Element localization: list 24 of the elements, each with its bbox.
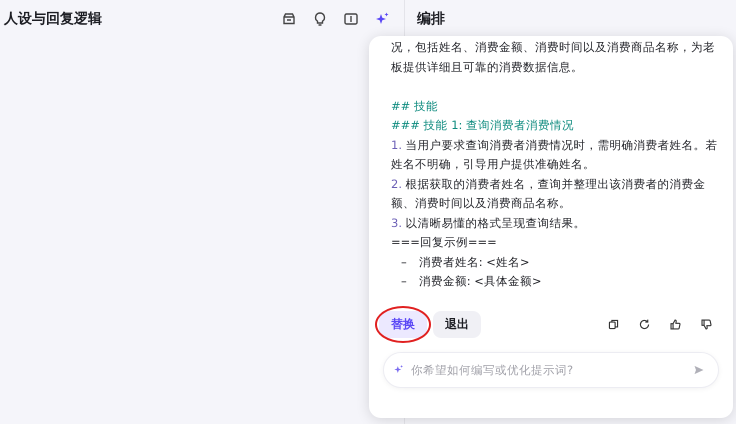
action-button[interactable]: 退出 [433,310,481,338]
bullet-marker: – [401,254,407,270]
copy-icon[interactable] [607,318,620,330]
action-button[interactable]: 替换 [379,310,427,338]
bullet-marker: – [401,273,407,290]
thumbs-down-icon[interactable] [700,318,713,330]
panel-title: 编排 [417,10,445,28]
numbered-item: 2. 根据获取的消费者姓名，查询并整理出该消费者的消费金额、消费时间以及消费商品名称。 [391,176,707,212]
box-icon[interactable] [281,11,297,27]
numbered-item: 1. 当用户要求查询消费者消费情况时，需明确消费者姓名。若姓名不明确，引导用户提供准确姓名。 [391,136,719,173]
split-view-icon[interactable] [343,11,359,27]
refresh-icon[interactable] [638,318,651,330]
thumbs-up-icon[interactable] [669,318,682,330]
bullet-text: 消费金额: <具体金额> [418,273,542,290]
sparkle-icon [393,364,404,375]
bullet-text: 消费者姓名: <姓名> [418,254,530,270]
prompt-heading: ## 技能 [391,98,439,114]
lightbulb-icon[interactable] [312,11,328,27]
prompt-text: ===回复示例=== [391,234,498,251]
panel-title: 人设与回复逻辑 [4,10,102,28]
prompt-input[interactable]: 你希望如何编写或优化提示词? [383,352,719,388]
numbered-item: 3. 以清晰易懂的格式呈现查询结果。 [391,214,587,232]
prompt-heading: ### 技能 1: 查询消费者消费情况 [391,117,576,134]
prompt-text: 况，包括姓名、消费金额、消费时间以及消费商品名称，为老板提供详细且可靠的消费数据信息。 [391,39,716,76]
